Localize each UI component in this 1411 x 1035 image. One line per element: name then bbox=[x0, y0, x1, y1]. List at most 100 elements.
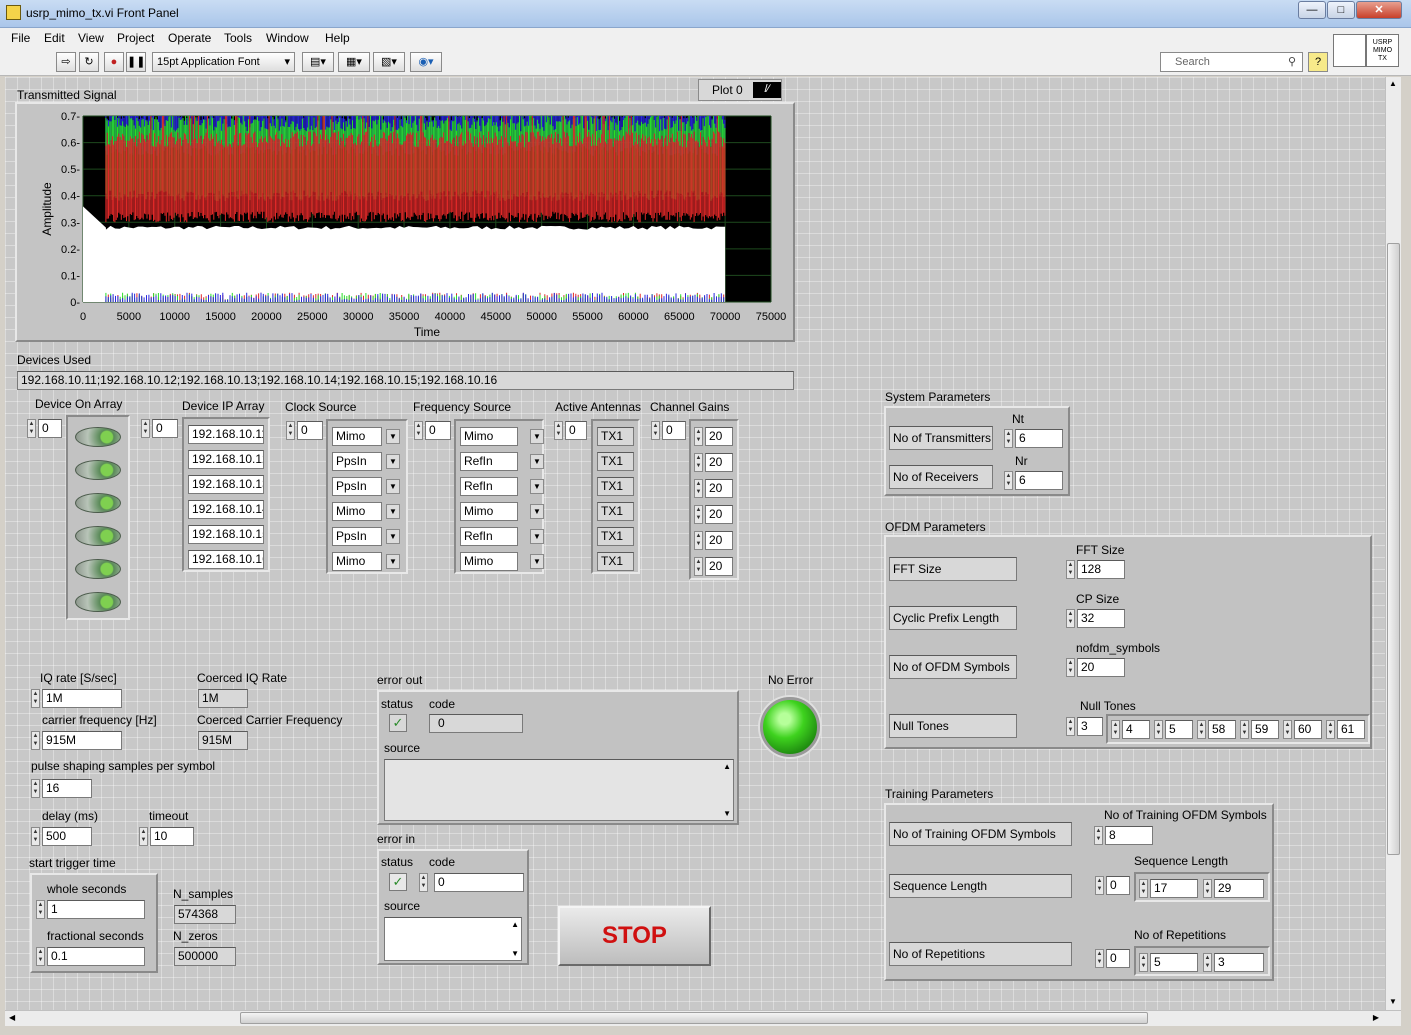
run-arrow-icon[interactable]: ⇨ bbox=[56, 52, 76, 72]
null-tone-field[interactable]: 59 bbox=[1251, 720, 1279, 739]
whole-seconds-field[interactable]: 1 bbox=[47, 900, 145, 919]
gain-field[interactable]: 20 bbox=[705, 505, 733, 524]
dropdown-arrow-icon[interactable]: ▼ bbox=[386, 454, 400, 469]
null-tone-field[interactable]: 58 bbox=[1208, 720, 1236, 739]
null-tone-spinner[interactable]: ▲ ▼ bbox=[1326, 720, 1335, 739]
gains-index-spinner[interactable]: ▲ ▼ bbox=[651, 421, 660, 440]
delay-field[interactable]: 500 bbox=[42, 827, 92, 846]
null-tone-field[interactable]: 4 bbox=[1122, 720, 1150, 739]
antennas-index-spinner[interactable]: ▲ ▼ bbox=[554, 421, 563, 440]
device-ip-field[interactable]: 192.168.10.12 bbox=[188, 450, 264, 469]
font-select[interactable]: 15pt Application Font ▾ bbox=[152, 52, 295, 72]
gain-spinner[interactable]: ▲ ▼ bbox=[694, 505, 703, 524]
device-on-toggle[interactable] bbox=[75, 427, 121, 447]
pause-icon[interactable]: ❚❚ bbox=[126, 52, 146, 72]
device-on-index[interactable]: 0 bbox=[38, 419, 62, 438]
device-on-toggle[interactable] bbox=[75, 592, 121, 612]
minimize-icon[interactable]: — bbox=[1298, 1, 1326, 19]
timeout-field[interactable]: 10 bbox=[150, 827, 194, 846]
sequence-field[interactable]: 17 bbox=[1150, 879, 1198, 898]
pulse-shaping-spinner[interactable]: ▲ ▼ bbox=[31, 779, 40, 798]
search-input[interactable]: Search ⚲ bbox=[1160, 52, 1303, 72]
null-tone-spinner[interactable]: ▲ ▼ bbox=[1111, 720, 1120, 739]
fractional-seconds-spinner[interactable]: ▲ ▼ bbox=[36, 947, 45, 966]
horizontal-scroll-thumb[interactable] bbox=[240, 1012, 1148, 1024]
waveform-graph[interactable]: 0 5000 10000 15000 20000 25000 30000 35000 40000… bbox=[15, 102, 795, 342]
null-tone-spinner[interactable]: ▲ ▼ bbox=[1283, 720, 1292, 739]
null-tone-spinner[interactable]: ▲ ▼ bbox=[1154, 720, 1163, 739]
dropdown-arrow-icon[interactable]: ▼ bbox=[386, 429, 400, 444]
device-ip-index-spinner[interactable]: ▲ ▼ bbox=[141, 419, 150, 438]
maximize-icon[interactable]: □ bbox=[1327, 1, 1355, 19]
dropdown-arrow-icon[interactable]: ▼ bbox=[530, 429, 544, 444]
device-ip-field[interactable]: 192.168.10.15 bbox=[188, 525, 264, 544]
dropdown-arrow-icon[interactable]: ▼ bbox=[386, 529, 400, 544]
scroll-down-icon[interactable]: ▼ bbox=[1389, 997, 1397, 1006]
device-on-index-spinner[interactable]: ▲ ▼ bbox=[27, 419, 36, 438]
menu-view[interactable]: View bbox=[78, 31, 104, 45]
dropdown-arrow-icon[interactable]: ▼ bbox=[386, 554, 400, 569]
nt-spinner[interactable]: ▲ ▼ bbox=[1004, 429, 1013, 448]
align-objects-icon[interactable]: ▤▾ bbox=[302, 52, 334, 72]
nr-spinner[interactable]: ▲ ▼ bbox=[1004, 471, 1013, 490]
dropdown-arrow-icon[interactable]: ▼ bbox=[530, 504, 544, 519]
carrier-frequency-spinner[interactable]: ▲ ▼ bbox=[31, 731, 40, 750]
dropdown-arrow-icon[interactable]: ▼ bbox=[530, 554, 544, 569]
device-on-toggle[interactable] bbox=[75, 559, 121, 579]
nr-field[interactable]: 6 bbox=[1015, 471, 1063, 490]
null-tone-field[interactable]: 61 bbox=[1337, 720, 1365, 739]
sequence-spinner[interactable]: ▲ ▼ bbox=[1203, 879, 1212, 898]
menu-window[interactable]: Window bbox=[266, 31, 309, 45]
sequence-field[interactable]: 29 bbox=[1214, 879, 1264, 898]
device-on-toggle[interactable] bbox=[75, 526, 121, 546]
repetition-field[interactable]: 5 bbox=[1150, 953, 1198, 972]
distribute-objects-icon[interactable]: ▦▾ bbox=[338, 52, 370, 72]
device-on-toggle[interactable] bbox=[75, 460, 121, 480]
device-on-toggle[interactable] bbox=[75, 493, 121, 513]
sequence-index[interactable]: 0 bbox=[1106, 876, 1130, 895]
dropdown-arrow-icon[interactable]: ▼ bbox=[386, 479, 400, 494]
menu-help[interactable]: Help bbox=[325, 31, 350, 45]
plot-legend[interactable]: Plot 0 /∕ bbox=[698, 79, 782, 101]
scroll-up-icon[interactable]: ▲ bbox=[723, 762, 731, 771]
carrier-frequency-field[interactable]: 915M bbox=[42, 731, 122, 750]
sequence-spinner[interactable]: ▲ ▼ bbox=[1139, 879, 1148, 898]
connector-pane-icon[interactable] bbox=[1333, 34, 1366, 67]
menu-file[interactable]: File bbox=[11, 31, 30, 45]
null-tones-index-spinner[interactable]: ▲ ▼ bbox=[1066, 717, 1075, 736]
resize-objects-icon[interactable]: ▧▾ bbox=[373, 52, 405, 72]
frequency-source-index-spinner[interactable]: ▲ ▼ bbox=[414, 421, 423, 440]
error-in-code-spinner[interactable]: ▲ ▼ bbox=[419, 873, 428, 892]
null-tone-spinner[interactable]: ▲ ▼ bbox=[1197, 720, 1206, 739]
vertical-scrollbar[interactable]: ▲ ▼ bbox=[1385, 77, 1401, 1010]
scroll-up-icon[interactable]: ▲ bbox=[1389, 79, 1397, 88]
device-ip-index[interactable]: 0 bbox=[152, 419, 178, 438]
gain-spinner[interactable]: ▲ ▼ bbox=[694, 427, 703, 446]
training-symbols-field[interactable]: 8 bbox=[1105, 826, 1153, 845]
device-ip-field[interactable]: 192.168.10.13 bbox=[188, 475, 264, 494]
clock-source-index[interactable]: 0 bbox=[297, 421, 323, 440]
fft-size-field[interactable]: 128 bbox=[1077, 560, 1125, 579]
scroll-right-icon[interactable]: ▶ bbox=[1373, 1013, 1379, 1022]
null-tone-field[interactable]: 60 bbox=[1294, 720, 1322, 739]
abort-icon[interactable]: ● bbox=[104, 52, 124, 72]
horizontal-scrollbar[interactable]: ◀ ▶ bbox=[5, 1010, 1401, 1026]
gains-index[interactable]: 0 bbox=[662, 421, 686, 440]
menu-edit[interactable]: Edit bbox=[44, 31, 65, 45]
checkmark-icon[interactable]: ✓ bbox=[389, 873, 407, 891]
cp-size-field[interactable]: 32 bbox=[1077, 609, 1125, 628]
error-in-code-field[interactable]: 0 bbox=[434, 873, 524, 892]
gain-spinner[interactable]: ▲ ▼ bbox=[694, 479, 703, 498]
scroll-down-icon[interactable]: ▼ bbox=[723, 809, 731, 818]
dropdown-arrow-icon[interactable]: ▼ bbox=[386, 504, 400, 519]
nofdm-symbols-field[interactable]: 20 bbox=[1077, 658, 1125, 677]
training-symbols-spinner[interactable]: ▲ ▼ bbox=[1094, 826, 1103, 845]
run-continuously-icon[interactable]: ↻ bbox=[79, 52, 99, 72]
gain-spinner[interactable]: ▲ ▼ bbox=[694, 557, 703, 576]
repetition-spinner[interactable]: ▲ ▼ bbox=[1203, 953, 1212, 972]
antennas-index[interactable]: 0 bbox=[565, 421, 587, 440]
repetition-field[interactable]: 3 bbox=[1214, 953, 1264, 972]
device-ip-field[interactable]: 192.168.10.11 bbox=[188, 425, 264, 444]
reorder-icon[interactable]: ◉▾ bbox=[410, 52, 442, 72]
delay-spinner[interactable]: ▲ ▼ bbox=[31, 827, 40, 846]
